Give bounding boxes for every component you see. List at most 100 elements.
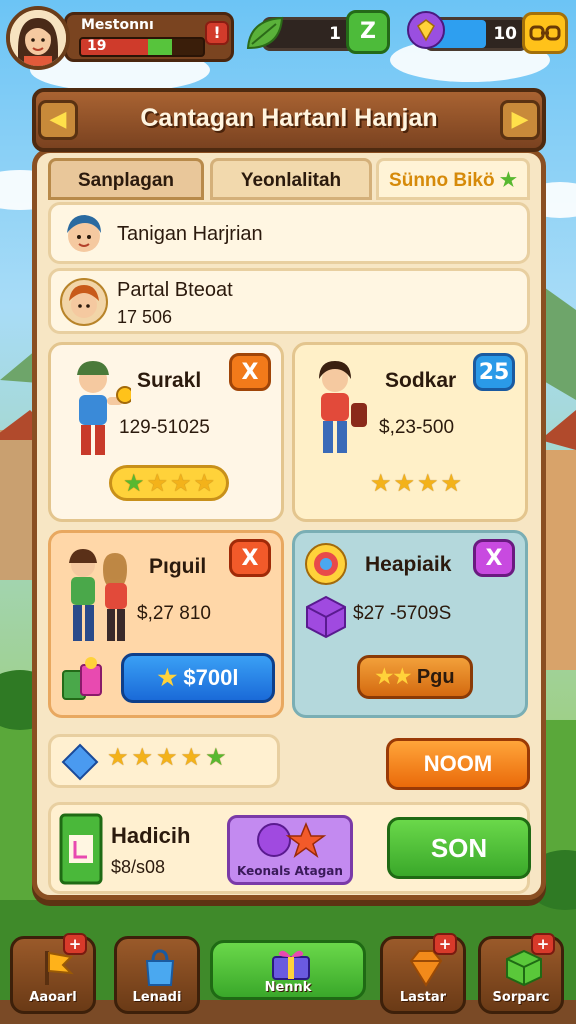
daily-row[interactable]: Tanigan Harjrian (48, 202, 530, 264)
buy-button-piguil-label: $700l (183, 665, 239, 690)
girl-avatar-icon (67, 215, 101, 252)
card-title-piguil: Pıguil (149, 555, 207, 578)
xp-bar-fill-green (148, 39, 173, 55)
noom-button[interactable]: NOOM (386, 738, 530, 790)
footer-value: $8/s08 (111, 857, 166, 877)
tab-sanplagan[interactable]: Sanplagan (48, 158, 204, 200)
event-row-title: Partal Bteoat (117, 279, 233, 301)
nav-sorparc[interactable]: + Sorparc (478, 933, 564, 1014)
son-button[interactable]: SON (387, 817, 531, 879)
event-row[interactable]: Partal Bteoat 17 506 (48, 268, 530, 334)
next-arrow-button[interactable]: ▶ (500, 100, 540, 140)
flower-star-icon (257, 822, 327, 858)
girl-character-icon (319, 361, 367, 453)
stars-progress: ★ ★ ★ ★ ★ (107, 745, 227, 769)
settings-button[interactable] (522, 12, 568, 54)
card-value-sodkar: $,23-500 (379, 417, 455, 438)
nav-lastar[interactable]: + Lastar (380, 933, 466, 1014)
boy-character-icon (77, 361, 131, 455)
reward-card-sodkar[interactable]: Sodkar 25 $,23-500 ★ ★ ★ ★ (292, 342, 528, 522)
card-value-heapiaik: $27 -5709S (353, 603, 452, 624)
daily-row-title: Tanigan Harjrian (117, 223, 263, 245)
star-icon: ★ (393, 469, 415, 497)
star-icon: ★★ (375, 666, 412, 688)
purple-cube-icon (306, 595, 346, 639)
arrow-right-icon: ▶ (511, 107, 529, 132)
resource-leaf-plus-label: Z (360, 19, 376, 44)
nav-nennk-label: Nennk (264, 980, 312, 995)
star-icon: ★ (369, 469, 392, 497)
title-board: ◀ Cantagan Hartanl Hanjan ▶ (32, 88, 546, 152)
card-stars-sodkar: ★ ★ ★ ★ (357, 465, 475, 501)
star-icon: ★ (122, 469, 145, 497)
star-icon: ★ (499, 170, 517, 191)
nav-aaoarl-plus: + (63, 933, 87, 955)
resource-leaf-plus-button[interactable]: Z (346, 10, 390, 54)
player-name: Mestonnı (81, 17, 154, 33)
reward-card-piguil[interactable]: Pıguil X $,27 810 ★ $700l (48, 530, 284, 718)
page-title: Cantagan Hartanl Hanjan (140, 104, 438, 132)
card-title-sodkar: Sodkar (385, 369, 457, 392)
previous-arrow-button[interactable]: ◀ (38, 100, 78, 140)
character-avatar-icon (60, 278, 108, 326)
star-icon: ★ (107, 743, 129, 771)
footer-title: Hadicih (111, 823, 191, 848)
xp-plus-button[interactable]: ! (205, 21, 229, 45)
promo-badge[interactable]: Keonals Atagan (227, 815, 353, 885)
reward-card-heapiaik[interactable]: Heapiaik X $27 -5709S ★★ Pgu (292, 530, 528, 718)
nav-aaoarl-label: Aaoarl (29, 990, 77, 1005)
nav-sorparc-plus: + (531, 933, 555, 955)
nav-lastar-plus: + (433, 933, 457, 955)
nav-nennk[interactable]: Nennk (210, 940, 366, 1000)
star-icon: ★ (156, 743, 178, 771)
stars-progress-row: ★ ★ ★ ★ ★ (48, 734, 280, 788)
reward-card-surakl[interactable]: Surakl X 129-51025 ★ ★ ★ ★ (48, 342, 284, 522)
rainbow-gem-icon (305, 543, 347, 585)
buy-button-heapiaik[interactable]: ★★ Pgu (357, 655, 473, 699)
buy-button-heapiaik-label: Pgu (416, 666, 455, 688)
nav-sorparc-label: Sorparc (492, 990, 550, 1005)
star-icon: ★ (193, 469, 216, 497)
gift-icon (272, 950, 310, 980)
bags-icon (62, 657, 102, 700)
top-hud: Mestonnı 19 ! 1 Z 10 (0, 0, 576, 70)
resource-gem-value: 10 (493, 24, 517, 44)
star-icon: ★ (146, 469, 168, 497)
card-stars-surakl: ★ ★ ★ ★ (109, 465, 229, 501)
card-close-button-piguil[interactable]: X (229, 539, 271, 577)
couple-characters-icon (69, 549, 127, 641)
footer-row: Hadicih $8/s08 Keonals Atagan SON (48, 802, 531, 894)
player-panel: Mestonnı 19 ! (64, 12, 234, 62)
nav-lastar-label: Lastar (399, 990, 447, 1005)
tab-yeonlalitah[interactable]: Yeonlalitah (210, 158, 372, 200)
star-icon: ★ (440, 469, 463, 497)
card-badge-sodkar[interactable]: 25 (473, 353, 515, 391)
gem-icon (407, 11, 445, 49)
card-value-surakl: 129-51025 (119, 417, 210, 438)
event-row-value: 17 506 (117, 307, 173, 327)
star-icon: ★ (205, 743, 227, 771)
card-value-piguil: $,27 810 (137, 603, 211, 624)
player-avatar[interactable] (6, 6, 70, 70)
green-book-icon (59, 813, 103, 885)
promo-badge-label: Keonals Atagan (237, 864, 343, 878)
player-level: 19 (87, 38, 107, 54)
buy-button-piguil[interactable]: ★ $700l (121, 653, 275, 703)
chain-icon (529, 25, 561, 41)
nav-lenadi[interactable]: Lenadi (114, 936, 200, 1014)
tab-sunno-biko[interactable]: Sünno Bikö ★ (376, 158, 530, 200)
nav-lenadi-label: Lenadi (132, 990, 182, 1005)
card-close-button-heapiaik[interactable]: X (473, 539, 515, 577)
star-icon: ★ (417, 469, 439, 497)
card-title-heapiaik: Heapiaik (365, 553, 452, 576)
xp-bar: 19 (79, 37, 205, 57)
leaf-icon (246, 16, 284, 50)
arrow-left-icon: ◀ (49, 107, 67, 132)
resource-leaf-value: 1 (329, 24, 341, 44)
star-icon: ★ (180, 743, 203, 771)
card-close-button-surakl[interactable]: X (229, 353, 271, 391)
star-icon: ★ (131, 743, 154, 771)
card-title-surakl: Surakl (137, 369, 202, 392)
blue-gem-icon (61, 743, 99, 781)
nav-aaoarl[interactable]: + Aaoarl (10, 933, 96, 1014)
